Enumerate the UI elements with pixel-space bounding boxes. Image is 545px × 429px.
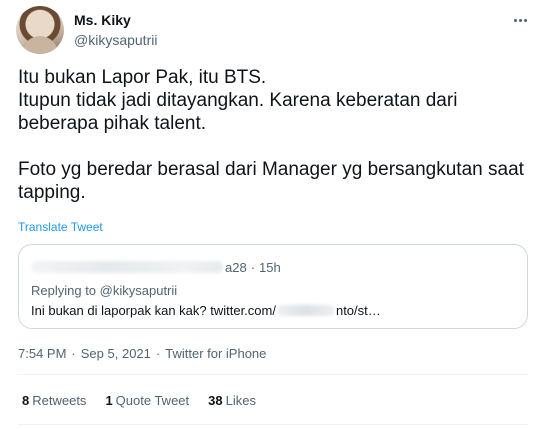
quoted-tweet-header: a28 · 15h <box>31 259 281 275</box>
quoted-text-end: nto/st… <box>335 303 381 318</box>
likes-stat[interactable]: 38 Likes <box>208 393 256 408</box>
retweets-count: 8 <box>22 393 30 408</box>
quoted-separator: · <box>250 259 256 275</box>
retweets-stat[interactable]: 8 Retweets <box>22 393 86 408</box>
tweet-detail: Ms. Kiky @kikysaputrii Itu bukan Lapor P… <box>0 0 545 429</box>
quoted-text-start: Ini bukan di laporpak kan kak? twitter.c… <box>31 303 276 318</box>
tweet-text: Itu bukan Lapor Pak, itu BTS. Itupun tid… <box>18 67 524 203</box>
divider <box>18 374 528 375</box>
replying-prefix: Replying to <box>31 283 97 298</box>
avatar-figure <box>22 36 58 54</box>
avatar[interactable] <box>16 6 64 54</box>
quoted-tweet-card[interactable]: a28 · 15h Replying to @kikysaputrii Ini … <box>18 244 528 329</box>
author-handle[interactable]: @kikysaputrii <box>74 32 157 48</box>
meta-separator: · <box>71 346 76 361</box>
quoted-time: 15h <box>259 259 281 275</box>
meta-separator-2: · <box>155 346 161 361</box>
likes-label: Likes <box>225 393 256 408</box>
quoted-tweet-text: Ini bukan di laporpak kan kak? twitter.c… <box>31 303 381 318</box>
more-options-button[interactable] <box>508 10 532 30</box>
author-display-name[interactable]: Ms. Kiky <box>74 12 131 28</box>
redacted-link <box>276 305 335 316</box>
divider-bottom <box>18 424 528 425</box>
tweet-stats: 8 Retweets 1 Quote Tweet 38 Likes <box>22 393 275 408</box>
likes-count: 38 <box>208 393 223 408</box>
tweet-meta: 7:54 PM · Sep 5, 2021 · Twitter for iPho… <box>18 346 266 361</box>
quotes-count: 1 <box>105 393 113 408</box>
quote-tweets-stat[interactable]: 1 Quote Tweet <box>105 393 189 408</box>
retweets-label: Retweets <box>32 393 87 408</box>
tweet-date[interactable]: Sep 5, 2021 <box>81 346 151 361</box>
more-dots-icon <box>513 18 527 22</box>
redacted-name <box>31 261 223 273</box>
translate-tweet-link[interactable]: Translate Tweet <box>18 220 103 234</box>
replying-mention[interactable]: @kikysaputrii <box>100 283 178 298</box>
quotes-label: Quote Tweet <box>115 393 190 408</box>
replying-to-line: Replying to @kikysaputrii <box>31 283 177 298</box>
quoted-handle-tail: a28 <box>225 259 247 275</box>
tweet-source[interactable]: Twitter for iPhone <box>165 346 266 361</box>
tweet-time[interactable]: 7:54 PM <box>18 346 66 361</box>
